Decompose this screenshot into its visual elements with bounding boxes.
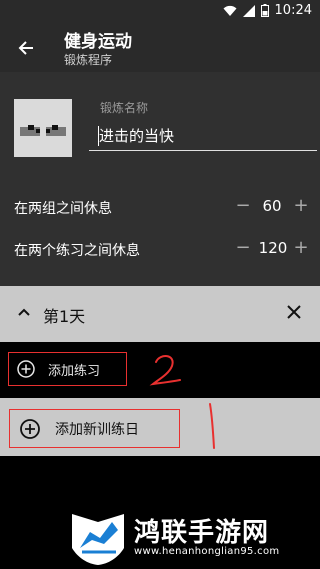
watermark-url: www.henanhonglian95.com — [134, 546, 280, 557]
app-bar: 健身运动 锻炼程序 — [0, 24, 320, 72]
status-bar: 10:24 — [0, 0, 320, 24]
rest-between-sets-label: 在两组之间休息 — [14, 201, 112, 217]
rest-between-exercises-label: 在两个练习之间休息 — [14, 243, 140, 259]
battery-icon — [260, 4, 269, 17]
watermark-logo-icon — [72, 514, 124, 565]
add-circle-icon — [17, 360, 35, 378]
workout-image[interactable] — [14, 99, 72, 157]
add-exercise-label: 添加练习 — [48, 363, 101, 379]
add-training-day-label: 添加新训练日 — [55, 421, 139, 438]
add-circle-icon — [20, 418, 40, 439]
text-cursor — [98, 126, 99, 146]
day-label: 第1天 — [43, 307, 86, 326]
day-header[interactable]: 第1天 — [0, 286, 320, 342]
rest-exercises-minus-button[interactable]: − — [233, 237, 253, 258]
wifi-icon — [223, 5, 237, 16]
page-title: 健身运动 — [64, 32, 132, 52]
add-exercise-button[interactable]: 添加练习 — [8, 352, 127, 386]
add-training-day-button[interactable]: 添加新训练日 — [9, 409, 180, 448]
rest-exercises-plus-button[interactable]: + — [291, 237, 311, 258]
chevron-up-icon[interactable] — [16, 304, 32, 320]
workout-name-label: 锻炼名称 — [100, 101, 149, 115]
close-icon[interactable] — [284, 302, 304, 322]
watermark-name: 鸿联手游网 — [134, 518, 270, 548]
status-icons: 10:24 — [223, 3, 312, 18]
rest-sets-minus-button[interactable]: − — [233, 195, 253, 216]
workout-thumbnail-icon — [14, 99, 72, 157]
status-time: 10:24 — [274, 3, 312, 18]
watermark: 鸿联手游网 www.henanhonglian95.com — [68, 508, 312, 566]
back-button[interactable] — [12, 34, 40, 62]
rest-sets-value: 60 — [262, 197, 282, 215]
page-subtitle: 锻炼程序 — [64, 53, 113, 67]
rest-exercises-value: 120 — [258, 239, 288, 257]
workout-name-input[interactable] — [89, 121, 317, 151]
annotation-number-2 — [149, 355, 181, 386]
rest-sets-plus-button[interactable]: + — [291, 195, 311, 216]
annotation-number-1 — [209, 403, 215, 449]
workout-form: 锻炼名称 在两组之间休息 − 60 + 在两个练习之间休息 − 120 + — [0, 72, 320, 286]
arrow-left-icon — [18, 41, 33, 55]
signal-icon — [242, 4, 255, 17]
